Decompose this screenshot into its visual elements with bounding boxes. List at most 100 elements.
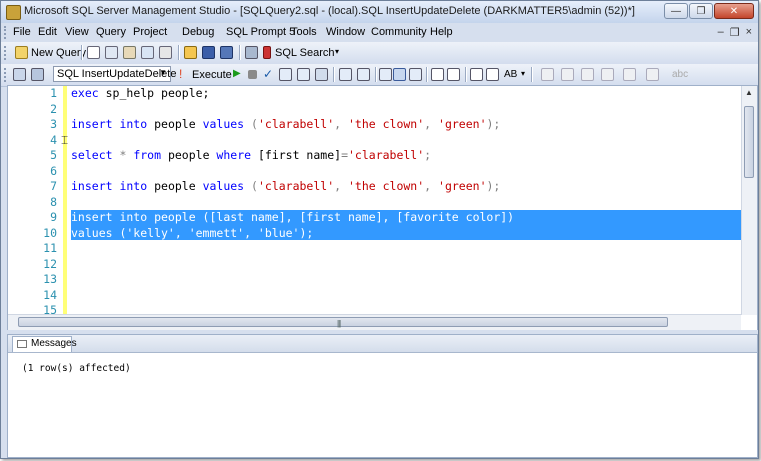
cancel-query-icon[interactable] — [248, 70, 257, 79]
execute-button[interactable]: Execute — [192, 69, 232, 81]
results-to-text-icon[interactable] — [379, 68, 392, 81]
code-line-5[interactable]: select * from people where [first name]=… — [71, 148, 431, 162]
toolbar-separator — [465, 67, 467, 82]
keyword: where — [216, 148, 252, 162]
toolbar-separator — [178, 45, 180, 60]
scroll-up-icon[interactable]: ▲ — [745, 88, 753, 97]
comment-out-icon[interactable] — [431, 68, 444, 81]
menu-grip[interactable] — [4, 26, 9, 39]
code-text: [first name] — [251, 148, 342, 162]
uncomment-icon[interactable] — [447, 68, 460, 81]
restore-button[interactable]: ❐ — [689, 3, 713, 19]
increase-indent-icon[interactable] — [486, 68, 499, 81]
analysis-query-icon[interactable] — [123, 46, 136, 59]
menu-sql-prompt[interactable]: SQL Prompt 5 — [226, 26, 295, 38]
menu-file[interactable]: File — [13, 26, 31, 38]
doc-close-button[interactable]: × — [746, 26, 752, 39]
save-all-icon[interactable] — [220, 46, 233, 59]
change-connection-icon[interactable] — [31, 68, 44, 81]
code-line-9[interactable]: insert into people ([last name], [first … — [71, 210, 514, 224]
editor-vertical-scrollbar[interactable]: ▲ — [741, 86, 757, 315]
title-bar[interactable]: Microsoft SQL Server Management Studio -… — [1, 1, 758, 24]
query-editor[interactable]: 1 2 3 4 5 6 7 8 9 10 11 12 13 14 15 exec… — [7, 85, 758, 331]
punctuation: , — [334, 179, 348, 193]
ssms-window: Microsoft SQL Server Management Studio -… — [0, 0, 759, 459]
menu-view[interactable]: View — [65, 26, 89, 38]
operator: = — [341, 148, 348, 162]
disabled-tool-icon — [623, 68, 636, 81]
menu-community[interactable]: Community — [371, 26, 427, 38]
doc-restore-button[interactable]: ❐ — [730, 26, 740, 39]
parse-check-icon[interactable]: ✓ — [263, 67, 273, 81]
editor-horizontal-scrollbar[interactable]: ||| — [8, 314, 741, 330]
disabled-tool-icon — [561, 68, 574, 81]
menu-debug[interactable]: Debug — [182, 26, 214, 38]
code-text: people — [161, 148, 217, 162]
punctuation: , — [334, 117, 348, 131]
database-engine-query-icon[interactable] — [105, 46, 118, 59]
new-query-button[interactable]: New Query — [31, 47, 86, 59]
toolbar-separator — [531, 67, 533, 82]
menu-query[interactable]: Query — [96, 26, 126, 38]
close-button[interactable]: ✕ — [714, 3, 754, 19]
line-number: 5 — [50, 148, 57, 162]
line-number: 9 — [50, 210, 57, 224]
intellisense-icon[interactable] — [315, 68, 328, 81]
mdx-query-icon[interactable] — [141, 46, 154, 59]
tab-messages[interactable]: Messages — [12, 336, 77, 352]
string-literal: 'green' — [438, 179, 487, 193]
execute-icon: ! — [179, 67, 183, 81]
connect-icon[interactable] — [13, 68, 26, 81]
debug-play-icon[interactable]: ▶ — [233, 68, 241, 79]
punctuation: ( — [244, 117, 258, 131]
toolbar-overflow-icon[interactable]: ▾ — [521, 69, 525, 78]
line-number: 7 — [50, 179, 57, 193]
menu-edit[interactable]: Edit — [38, 26, 57, 38]
operator: * — [112, 148, 134, 162]
xmla-query-icon[interactable] — [159, 46, 172, 59]
menu-tools[interactable]: Tools — [291, 26, 317, 38]
horizontal-scroll-thumb[interactable]: ||| — [18, 317, 668, 328]
toolbar-separator — [81, 45, 83, 60]
code-line-7[interactable]: insert into people values ('clarabell', … — [71, 179, 500, 193]
menu-window[interactable]: Window — [326, 26, 365, 38]
menu-help[interactable]: Help — [430, 26, 453, 38]
available-databases-select[interactable]: SQL InsertUpdateDelete ▼ — [53, 66, 176, 82]
code-line-3[interactable]: insert into people values ('clarabell', … — [71, 117, 500, 131]
keyword: insert into — [71, 117, 148, 131]
minimize-button[interactable]: — — [664, 3, 688, 19]
toolbar-grip[interactable] — [4, 68, 9, 82]
tab-messages-label: Messages — [31, 338, 77, 349]
results-pane: Messages (1 row(s) affected) — [7, 334, 758, 458]
punctuation: ( — [244, 179, 258, 193]
code-text: people — [147, 179, 203, 193]
save-icon[interactable] — [202, 46, 215, 59]
keyword: select — [71, 148, 113, 162]
specify-values-button[interactable]: AB — [504, 69, 517, 80]
toolbar-overflow-icon[interactable]: ▾ — [335, 47, 339, 56]
sql-search-button[interactable]: SQL Search — [275, 47, 335, 59]
vertical-scroll-thumb[interactable] — [744, 106, 754, 178]
activity-monitor-icon[interactable] — [245, 46, 258, 59]
query-designer-icon[interactable] — [297, 68, 310, 81]
include-plan-icon[interactable] — [339, 68, 352, 81]
estimated-plan-icon[interactable] — [279, 68, 292, 81]
code-line-10[interactable]: values ('kelly', 'emmett', 'blue'); — [71, 226, 313, 240]
new-file-icon[interactable] — [87, 46, 100, 59]
results-to-grid-icon[interactable] — [393, 68, 406, 81]
decrease-indent-icon[interactable] — [470, 68, 483, 81]
doc-minimize-button[interactable]: – — [718, 26, 724, 39]
keyword: from — [133, 148, 162, 162]
spell-check-button: abc — [672, 69, 689, 80]
line-number: 4 — [50, 132, 57, 147]
line-number: 10 — [43, 225, 57, 240]
code-line-1[interactable]: exec sp_help people; — [71, 86, 209, 100]
line-number: 14 — [43, 287, 57, 302]
toolbar-separator — [426, 67, 428, 82]
toolbar-grip[interactable] — [4, 46, 9, 60]
open-folder-icon[interactable] — [184, 46, 197, 59]
results-to-file-icon[interactable] — [409, 68, 422, 81]
client-statistics-icon[interactable] — [357, 68, 370, 81]
line-number-gutter: 1 2 3 4 5 6 7 8 9 10 11 12 13 14 15 — [8, 86, 60, 317]
menu-project[interactable]: Project — [133, 26, 167, 38]
